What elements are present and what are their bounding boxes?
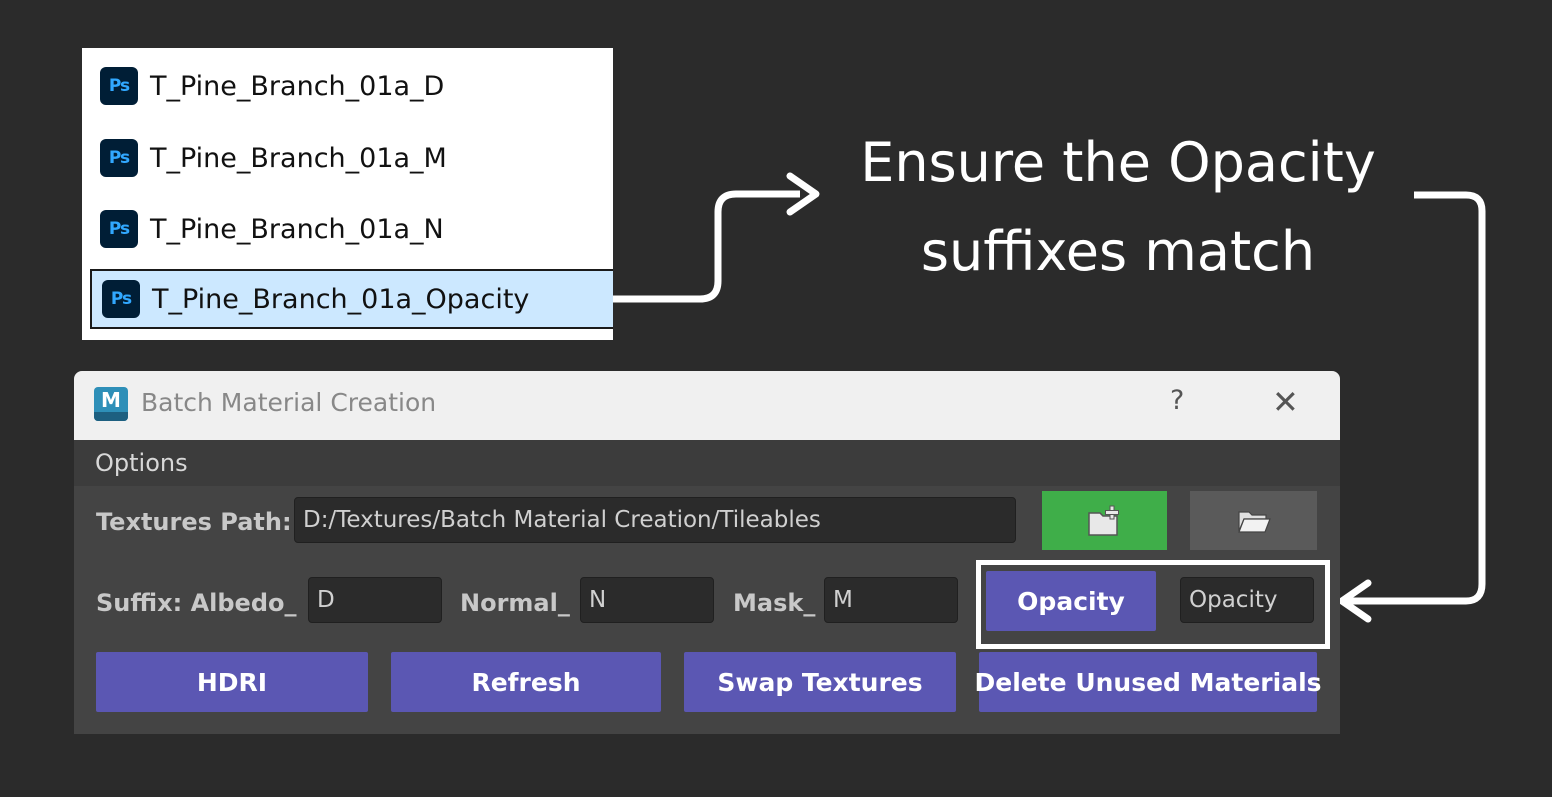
normal-label: Normal_: [460, 589, 570, 617]
arrow-to-opacity-box: [1348, 191, 1486, 605]
new-folder-icon: [1087, 505, 1119, 536]
textures-path-label: Textures Path:: [96, 508, 292, 536]
textures-path-input[interactable]: D:/Textures/Batch Material Creation/Tile…: [294, 497, 1016, 543]
normal-suffix-value: N: [589, 587, 607, 613]
help-button[interactable]: ?: [1170, 385, 1184, 416]
refresh-button[interactable]: Refresh: [391, 652, 661, 712]
mask-suffix-value: M: [833, 587, 853, 613]
delete-unused-materials-button[interactable]: Delete Unused Materials: [974, 652, 1322, 712]
mask-label: Mask_: [733, 589, 816, 617]
suffix-albedo-label: Suffix: Albedo_: [96, 589, 297, 617]
albedo-suffix-value: D: [317, 587, 335, 613]
hdri-button[interactable]: HDRI: [96, 652, 368, 712]
swap-textures-button[interactable]: Swap Textures: [684, 652, 956, 712]
maya-app-icon: M: [94, 387, 128, 421]
menu-bar: Options: [74, 440, 1340, 486]
open-folder-icon: [1237, 510, 1271, 533]
menu-options[interactable]: Options: [95, 449, 188, 477]
batch-material-dialog: M Batch Material Creation ? ✕ Options Te…: [74, 371, 1340, 734]
normal-suffix-input[interactable]: N: [580, 577, 714, 623]
albedo-suffix-input[interactable]: D: [308, 577, 442, 623]
arrow-to-annotation: [613, 190, 800, 303]
window-title: Batch Material Creation: [141, 388, 437, 417]
textures-path-value: D:/Textures/Batch Material Creation/Tile…: [303, 507, 821, 533]
new-folder-button[interactable]: [1042, 491, 1167, 550]
opacity-highlight-box: [976, 560, 1330, 649]
close-button[interactable]: ✕: [1272, 383, 1299, 421]
browse-folder-button[interactable]: [1190, 491, 1317, 550]
mask-suffix-input[interactable]: M: [824, 577, 958, 623]
title-bar[interactable]: M Batch Material Creation ? ✕: [74, 371, 1340, 440]
